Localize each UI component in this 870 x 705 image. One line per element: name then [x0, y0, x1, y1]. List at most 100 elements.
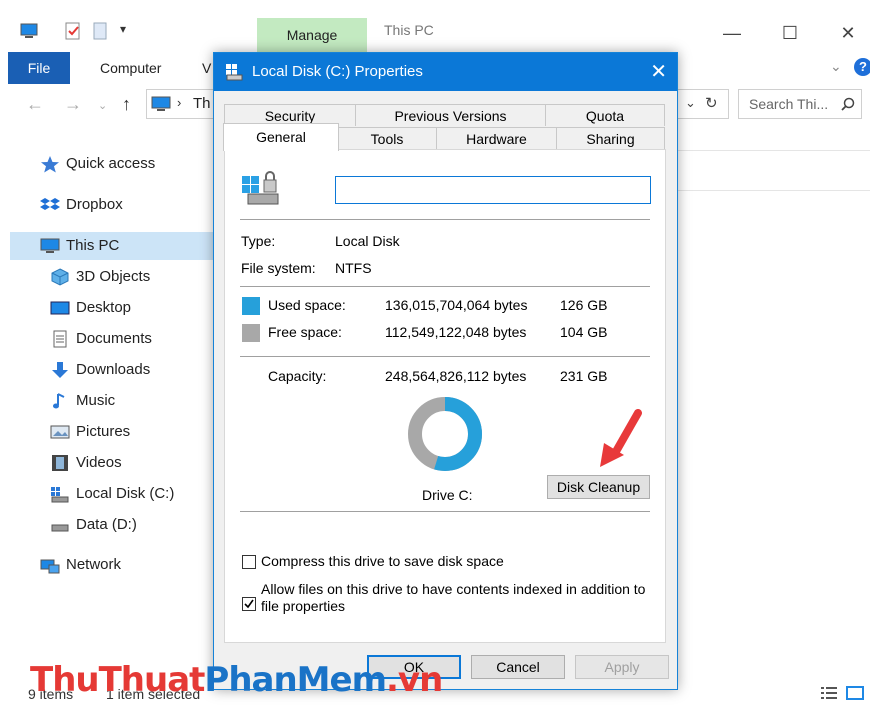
sidebar-item-downloads[interactable]: Downloads — [50, 356, 150, 384]
download-arrow-icon — [52, 362, 68, 378]
sidebar-item-3d-objects[interactable]: 3D Objects — [50, 263, 150, 291]
star-icon — [41, 156, 59, 173]
recent-locations-icon[interactable]: ⌄ — [98, 99, 107, 112]
tab-sharing[interactable]: Sharing — [556, 127, 665, 149]
free-space-gb: 104 GB — [560, 324, 608, 340]
sidebar-item-label: Data (D:) — [76, 516, 137, 533]
sidebar-item-local-disk-c[interactable]: Local Disk (C:) — [50, 480, 174, 508]
used-space-bytes: 136,015,704,064 bytes — [385, 297, 528, 313]
cancel-button[interactable]: Cancel — [471, 655, 565, 679]
drive-icon — [51, 524, 69, 532]
sidebar-item-label: Dropbox — [66, 196, 123, 213]
address-bar-end: ⌄ ↻ — [673, 89, 729, 119]
tab-hardware[interactable]: Hardware — [436, 127, 557, 149]
properties-icon[interactable] — [64, 22, 82, 40]
separator — [240, 511, 650, 512]
computer-icon — [40, 238, 60, 253]
tab-computer[interactable]: Computer — [100, 52, 161, 84]
music-note-icon — [53, 393, 65, 409]
sidebar-item-pictures[interactable]: Pictures — [50, 418, 130, 446]
file-system-label: File system: — [241, 260, 316, 276]
ribbon-expand-icon[interactable]: ⌄ — [830, 58, 842, 75]
type-label: Type: — [241, 233, 276, 249]
tab-manage[interactable]: Manage — [257, 18, 367, 52]
sidebar-item-desktop[interactable]: Desktop — [50, 294, 131, 322]
sidebar-item-network[interactable]: Network — [40, 551, 121, 579]
used-space-swatch — [242, 297, 260, 315]
disk-cleanup-button[interactable]: Disk Cleanup — [547, 475, 650, 499]
film-icon — [52, 455, 68, 471]
address-dropdown-icon[interactable]: ⌄ — [685, 95, 696, 111]
used-space-gb: 126 GB — [560, 297, 608, 313]
document-icon — [53, 330, 67, 348]
tab-tools[interactable]: Tools — [337, 127, 437, 149]
computer-icon — [20, 23, 38, 38]
free-space-swatch — [242, 324, 260, 342]
computer-icon — [151, 96, 171, 111]
maximize-icon[interactable]: ☐ — [770, 18, 810, 48]
sidebar-item-label: Desktop — [76, 299, 132, 316]
dialog-title: Local Disk (C:) Properties — [252, 63, 423, 80]
checkmark-icon — [244, 599, 254, 609]
sidebar-item-label: Quick access — [66, 155, 156, 172]
refresh-icon[interactable]: ↻ — [705, 94, 718, 112]
large-icons-view-icon[interactable] — [846, 686, 864, 700]
breadcrumb: Th — [193, 95, 211, 112]
qat-dropdown-icon[interactable]: ▾ — [120, 22, 126, 36]
sidebar-item-label: Videos — [76, 454, 122, 471]
close-icon[interactable]: ✕ — [828, 18, 868, 48]
search-input[interactable]: Search Thi... — [738, 89, 862, 119]
sidebar-item-dropbox[interactable]: Dropbox — [40, 191, 123, 219]
close-icon[interactable]: ✕ — [650, 59, 667, 84]
sidebar-item-label: Local Disk (C:) — [76, 485, 175, 502]
search-icon — [841, 97, 855, 111]
minimize-icon[interactable]: — — [712, 18, 752, 48]
separator — [240, 286, 650, 287]
watermark-part3: .vn — [386, 660, 443, 700]
properties-dialog: Local Disk (C:) Properties ✕ Security Pr… — [213, 52, 678, 690]
details-view-icon[interactable] — [820, 686, 838, 700]
back-icon[interactable]: ← — [26, 94, 44, 115]
capacity-label: Capacity: — [268, 368, 327, 384]
drive-name-input[interactable] — [335, 176, 651, 204]
tab-file[interactable]: File — [8, 52, 70, 84]
tab-general[interactable]: General — [223, 123, 339, 151]
help-icon[interactable]: ? — [854, 58, 870, 76]
forward-icon[interactable]: → — [64, 94, 82, 115]
sidebar-item-quick-access[interactable]: Quick access — [40, 150, 155, 178]
up-icon[interactable]: ↑ — [122, 94, 131, 115]
sidebar-item-label: Documents — [76, 330, 152, 347]
dropbox-icon — [40, 198, 60, 210]
disk-usage-donut — [408, 397, 482, 471]
drive-label: Drive C: — [422, 487, 473, 503]
separator — [240, 219, 650, 220]
tab-quota[interactable]: Quota — [545, 104, 665, 126]
compress-checkbox[interactable] — [242, 555, 256, 569]
sidebar-item-documents[interactable]: Documents — [50, 325, 152, 353]
index-label: Allow files on this drive to have conten… — [261, 581, 646, 614]
sidebar-item-label: Downloads — [76, 361, 151, 378]
picture-icon — [50, 425, 70, 439]
cube-icon — [51, 268, 69, 286]
free-space-label: Free space: — [268, 324, 342, 340]
sidebar-item-label: Network — [66, 556, 122, 573]
sidebar-item-label: Pictures — [76, 423, 131, 440]
sidebar-item-music[interactable]: Music — [50, 387, 115, 415]
tab-view[interactable]: V — [202, 52, 211, 84]
drive-icon — [226, 64, 243, 81]
sidebar-item-label: 3D Objects — [76, 268, 151, 285]
new-folder-icon[interactable] — [92, 22, 110, 40]
drive-icon — [242, 171, 279, 205]
network-icon — [40, 559, 60, 574]
index-checkbox[interactable] — [242, 597, 256, 611]
free-space-bytes: 112,549,122,048 bytes — [385, 324, 527, 340]
capacity-gb: 231 GB — [560, 368, 608, 384]
sidebar-item-videos[interactable]: Videos — [50, 449, 122, 477]
compress-label: Compress this drive to save disk space — [261, 553, 504, 569]
title-bar: ▾ Manage This PC — ☐ ✕ — [8, 12, 870, 52]
sidebar-item-this-pc[interactable]: This PC — [10, 232, 220, 260]
tab-previous-versions[interactable]: Previous Versions — [355, 104, 546, 126]
dialog-title-bar[interactable]: Local Disk (C:) Properties ✕ — [214, 53, 677, 91]
sidebar-item-data-d[interactable]: Data (D:) — [50, 511, 137, 539]
apply-button[interactable]: Apply — [575, 655, 669, 679]
